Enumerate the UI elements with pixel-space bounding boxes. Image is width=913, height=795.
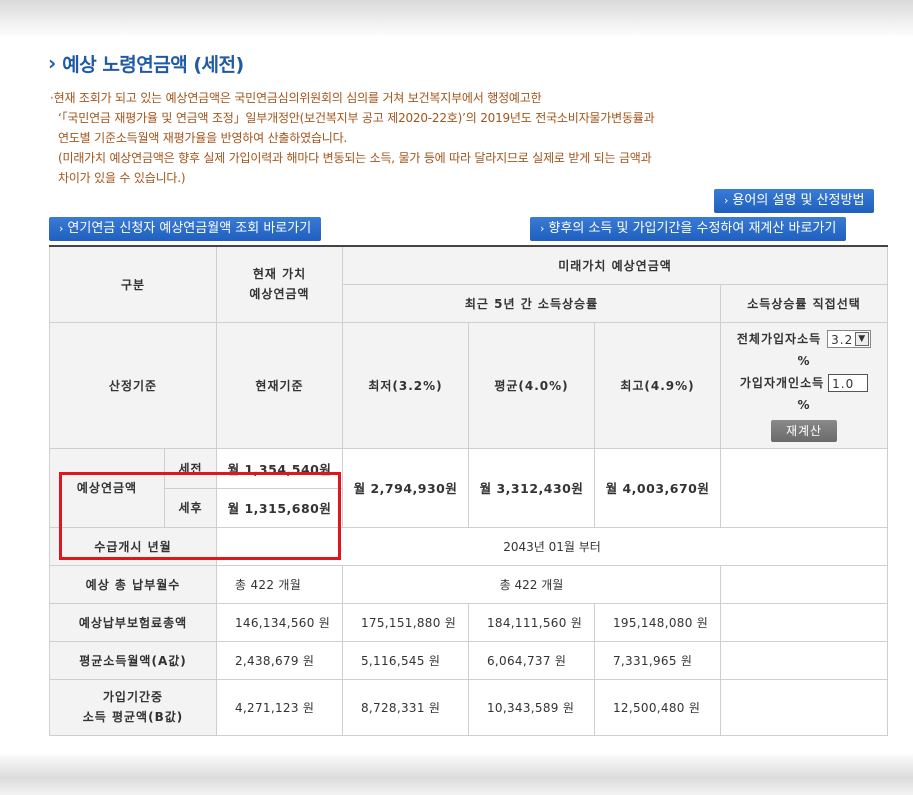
- header-present-value: 현재 가치 예상연금액: [216, 245, 343, 323]
- premium-total-high: 195,148,080 원: [594, 602, 721, 642]
- a-value-low: 5,116,545 원: [342, 640, 469, 680]
- total-months-future: 총 422 개월: [342, 564, 721, 604]
- total-months-label: 예상 총 납부월수: [49, 564, 217, 604]
- pre-tax-present-amount: 월 1,354,540원: [216, 447, 343, 489]
- deferred-pension-lookup-button[interactable]: › 연기연금 신청자 예상연금월액 조회 바로가기: [49, 217, 322, 241]
- post-tax-label: 세후: [164, 487, 217, 528]
- recalculate-link-button[interactable]: › 향후의 소득 및 가입기간을 수정하여 재계산 바로가기: [530, 217, 847, 241]
- a-value-label: 평균소득월액(A값): [49, 640, 217, 680]
- percent-label: %: [797, 398, 811, 412]
- terms-explanation-label: 용어의 설명 및 산정방법: [732, 193, 865, 208]
- deferred-pension-lookup-label: 연기연금 신청자 예상연금월액 조회 바로가기: [67, 221, 312, 236]
- top-shadow: [0, 0, 913, 40]
- page-title: › 예상 노령연금액 (세전): [48, 50, 244, 76]
- post-tax-present-amount: 월 1,315,680원: [216, 487, 343, 528]
- header-category: 구분: [49, 245, 217, 323]
- b-value-high: 12,500,480 원: [594, 678, 721, 736]
- header-direct-select: 소득상승률 직접선택: [719, 283, 889, 323]
- a-value-high: 7,331,965 원: [594, 640, 721, 680]
- a-value-direct: [719, 640, 889, 680]
- total-months-direct: [719, 564, 889, 604]
- premium-total-avg: 184,111,560 원: [468, 602, 595, 642]
- individual-income-row: 가입자개인소득 1.0: [721, 372, 887, 394]
- all-income-label: 전체가입자소득: [736, 332, 822, 346]
- terms-explanation-button[interactable]: › 용어의 설명 및 산정방법: [714, 189, 875, 213]
- basis-low: 최저(3.2%): [342, 321, 469, 449]
- a-value-present: 2,438,679 원: [216, 640, 343, 680]
- chevron-right-icon: ›: [724, 194, 729, 207]
- b-value-low: 8,728,331 원: [342, 678, 469, 736]
- pension-label: 예상연금액: [49, 447, 165, 528]
- notice-line: ‘「국민연금 재평가율 및 연금액 조정」일부개정안(보건복지부 공고 제202…: [58, 111, 655, 125]
- basis-high: 최고(4.9%): [594, 321, 721, 449]
- future-low-amount: 월 2,794,930원: [342, 447, 469, 528]
- chevron-right-icon: ›: [59, 222, 64, 235]
- bottom-shadow: [0, 752, 913, 795]
- pension-estimate-panel: › 예상 노령연금액 (세전) ·현재 조회가 되고 있는 예상연금액은 국민연…: [0, 36, 913, 754]
- premium-total-label: 예상납부보험료총액: [49, 602, 217, 642]
- chevron-right-icon: ›: [540, 222, 545, 235]
- chevron-down-icon: ▼: [855, 332, 870, 346]
- b-value-direct: [719, 678, 889, 736]
- total-months-present: 총 422 개월: [216, 564, 343, 604]
- future-avg-amount: 월 3,312,430원: [468, 447, 595, 528]
- b-value-avg: 10,343,589 원: [468, 678, 595, 736]
- all-income-value: 3.2: [831, 333, 854, 347]
- pension-table: 구분 현재 가치 예상연금액 미래가치 예상연금액 최근 5년 간 소득상승률 …: [49, 245, 889, 736]
- b-value-present: 4,271,123 원: [216, 678, 343, 736]
- notice-line: 연도별 기준소득월액 재평가율을 반영하여 산출하였습니다.: [58, 131, 348, 145]
- notice-line: 차이가 있을 수 있습니다.): [58, 171, 186, 185]
- future-high-amount: 월 4,003,670원: [594, 447, 721, 528]
- header-recent-5yr: 최근 5년 간 소득상승률: [342, 283, 721, 323]
- premium-total-low: 175,151,880 원: [342, 602, 469, 642]
- notice-line: ·현재 조회가 되고 있는 예상연금액은 국민연금심의위원회의 심의를 거쳐 보…: [50, 91, 542, 105]
- all-income-select[interactable]: 3.2 ▼: [827, 330, 872, 348]
- all-income-row: 전체가입자소득 3.2 ▼: [721, 328, 887, 350]
- basis-present: 현재기준: [216, 321, 343, 449]
- individual-income-input[interactable]: 1.0: [828, 374, 869, 392]
- recalculate-link-label: 향후의 소득 및 가입기간을 수정하여 재계산 바로가기: [548, 221, 837, 236]
- start-month-value: 2043년 01월 부터: [215, 526, 889, 566]
- recalc-button[interactable]: 재계산: [771, 420, 838, 442]
- premium-total-present: 146,134,560 원: [216, 602, 343, 642]
- basis-avg: 평균(4.0%): [468, 321, 595, 449]
- premium-total-direct: [719, 602, 889, 642]
- notice-text: ·현재 조회가 되고 있는 예상연금액은 국민연금심의위원회의 심의를 거쳐 보…: [50, 88, 890, 188]
- start-month-label: 수급개시 년월: [49, 526, 217, 566]
- individual-income-label: 가입자개인소득: [739, 376, 825, 390]
- direct-select-panel: 전체가입자소득 3.2 ▼ % 가입자개인소득 1.0 % 재계산: [719, 321, 889, 449]
- basis-label: 산정기준: [49, 321, 217, 449]
- pre-tax-label: 세전: [164, 447, 217, 489]
- chevron-right-icon: ›: [48, 51, 57, 75]
- header-future-value: 미래가치 예상연금액: [341, 245, 889, 285]
- notice-line: (미래가치 예상연금액은 향후 실제 가입이력과 해마다 변동되는 소득, 물가…: [58, 151, 652, 165]
- percent-label: %: [797, 354, 811, 368]
- a-value-avg: 6,064,737 원: [468, 640, 595, 680]
- page-title-text: 예상 노령연금액 (세전): [62, 53, 244, 76]
- direct-amount-cell: [719, 447, 889, 528]
- b-value-label: 가입기간중 소득 평균액(B값): [49, 678, 217, 736]
